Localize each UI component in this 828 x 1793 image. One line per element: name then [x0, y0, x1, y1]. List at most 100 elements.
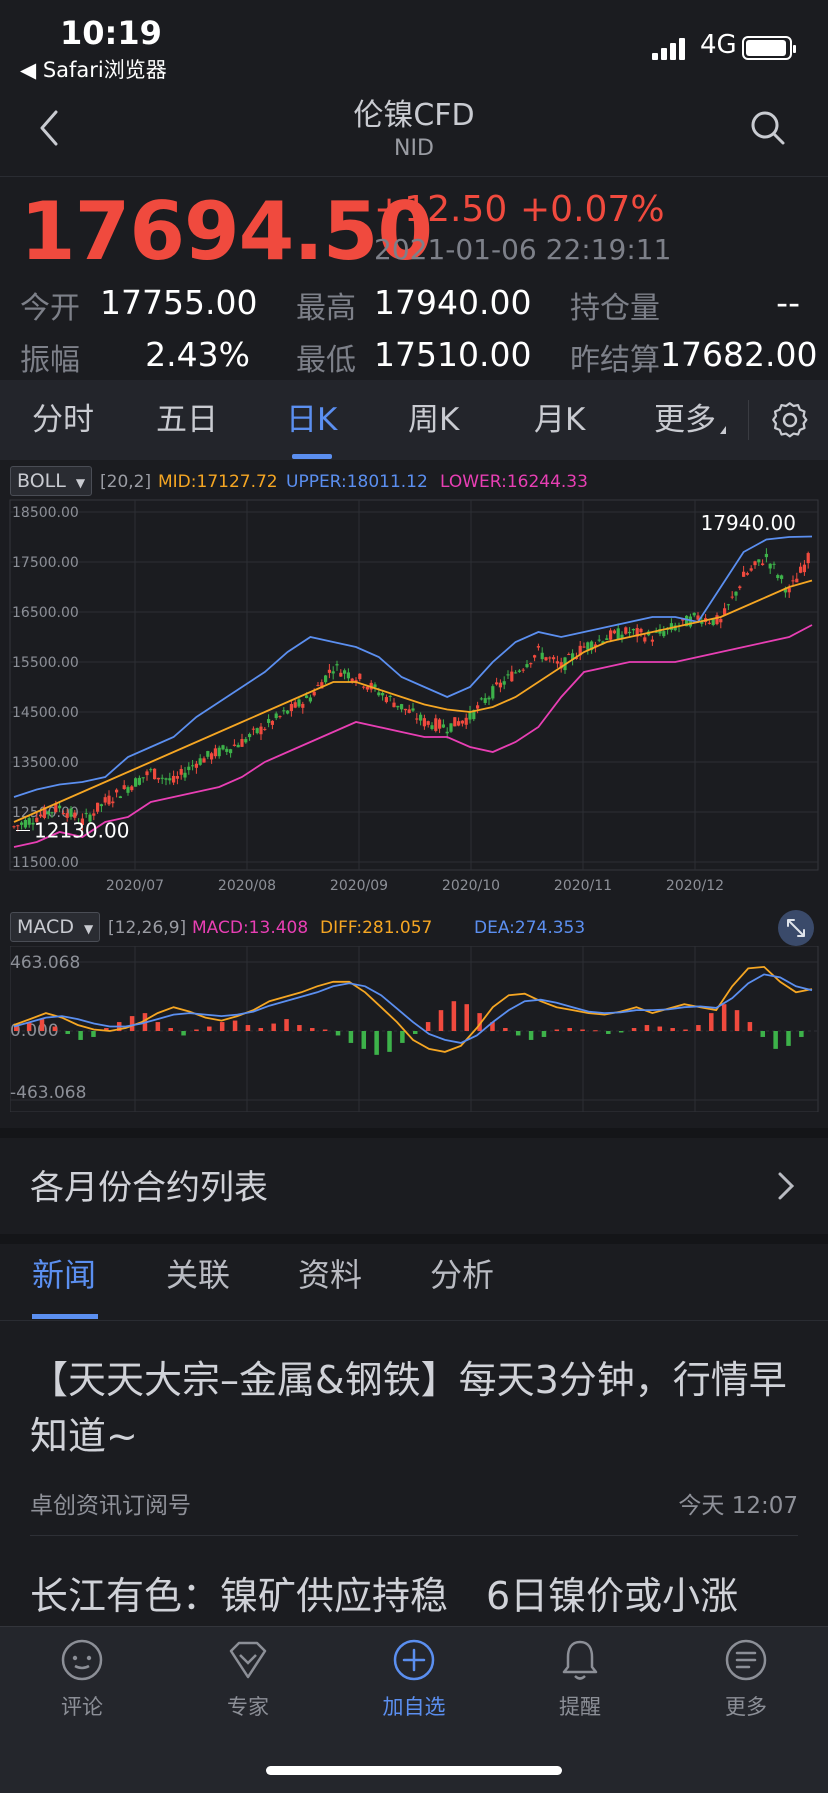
candle-body — [69, 808, 73, 817]
candle-body — [130, 786, 134, 791]
candle-body — [324, 675, 328, 683]
macd-value: MACD:13.408 — [192, 918, 309, 938]
page-subtitle: NID — [394, 136, 434, 161]
macd-chart[interactable]: 463.0680.000-463.068 — [10, 946, 828, 1112]
macd-selector[interactable]: MACD ▼ — [10, 912, 101, 942]
status-bar: 10:19 ◀ Safari浏览器 4G — [0, 0, 828, 88]
news-title: 长江有色：镍矿供应持稳 6日镍价或小涨 — [30, 1574, 739, 1618]
dropdown-arrow-icon: ▼ — [84, 922, 94, 936]
candle-body — [799, 566, 803, 573]
y-tick-label: 16500.00 — [12, 605, 79, 621]
candle-body — [118, 796, 122, 799]
page-title: 伦镍CFD — [353, 98, 475, 133]
candle-body — [339, 672, 343, 677]
candle-body — [730, 596, 734, 598]
contract-list-label: 各月份合约列表 — [30, 1168, 268, 1208]
tab-profile[interactable]: 资料 — [298, 1250, 362, 1296]
boll-selector[interactable]: BOLL ▼ — [10, 466, 93, 496]
candle-body — [134, 778, 138, 787]
tab-related[interactable]: 关联 — [166, 1250, 230, 1296]
candle-body — [373, 684, 377, 688]
macd-dea: DEA:274.353 — [474, 918, 586, 938]
candle-body — [460, 720, 464, 724]
macd-bar — [387, 1031, 392, 1052]
candle-body — [441, 724, 445, 728]
candle-body — [122, 785, 126, 790]
candle-body — [99, 804, 103, 807]
tab-news[interactable]: 新闻 — [32, 1250, 96, 1296]
candle-body — [16, 825, 20, 827]
y-tick-label: 13500.00 — [12, 755, 79, 771]
tab-add-watchlist[interactable]: 加自选 — [354, 1637, 474, 1721]
candle-body — [164, 778, 168, 780]
kline-chart[interactable]: 18500.00 17500.00 16500.00 15500.00 14500.00… — [9, 499, 828, 894]
news-list-item[interactable]: 长江有色：镍矿供应持稳 6日镍价或小涨 — [0, 1536, 828, 1626]
candle-body — [377, 692, 381, 696]
candle-body — [12, 826, 16, 828]
candle-body — [430, 725, 434, 729]
tab-more[interactable]: 更多 — [654, 380, 716, 460]
candle-body — [457, 721, 461, 726]
candle-body — [544, 657, 548, 661]
search-icon[interactable] — [748, 108, 788, 148]
candle-body — [92, 813, 96, 816]
tab-comment[interactable]: 评论 — [22, 1637, 142, 1721]
macd-bar — [747, 1022, 753, 1031]
news-list-item[interactable]: 【天天大宗–金属&钢铁】每天3分钟，行情早知道~ 卓创资讯订阅号 今天 12:0… — [0, 1322, 828, 1536]
back-to-safari-link[interactable]: ◀ Safari浏览器 — [20, 54, 167, 84]
macd-bar — [618, 1031, 624, 1033]
macd-bar — [799, 1031, 804, 1037]
macd-bar — [541, 1031, 547, 1037]
boll-params: [20,2] — [100, 472, 152, 492]
candle-body — [202, 758, 206, 763]
tab-reminder[interactable]: 提醒 — [520, 1637, 640, 1721]
fullscreen-icon[interactable] — [778, 910, 814, 946]
candle-body — [263, 728, 267, 730]
macd-bar — [322, 1029, 328, 1031]
tab-daily-k[interactable]: 日K — [286, 380, 337, 460]
candle-body — [764, 553, 768, 558]
candle-body — [738, 586, 742, 589]
candle-body — [103, 797, 107, 803]
quote-datetime: 2021-01-06 22:19:11 — [374, 233, 672, 266]
low-value: 17510.00 — [374, 335, 532, 374]
tab-intraday[interactable]: 分时 — [32, 380, 94, 460]
macd-bar — [554, 1029, 560, 1031]
macd-bar — [464, 1004, 469, 1031]
tab-monthly-k[interactable]: 月K — [534, 380, 585, 460]
macd-bar — [644, 1025, 650, 1031]
gear-icon[interactable] — [770, 400, 810, 440]
macd-bar — [310, 1028, 315, 1031]
dropdown-arrow-icon: ▼ — [75, 476, 86, 490]
candle-body — [419, 714, 423, 721]
candle-body — [27, 818, 31, 825]
candle-body — [650, 639, 654, 642]
divider — [748, 400, 749, 440]
candle-body — [487, 697, 491, 700]
tab-more-options[interactable]: 更多 — [686, 1637, 806, 1721]
candle-body — [745, 573, 749, 575]
candle-body — [476, 705, 480, 709]
candle-body — [567, 654, 571, 656]
tab-expert[interactable]: 专家 — [188, 1637, 308, 1721]
tab-five-day[interactable]: 五日 — [156, 380, 218, 460]
tab-weekly-k[interactable]: 周K — [408, 380, 459, 460]
macd-bar — [245, 1025, 251, 1031]
candle-body — [39, 814, 43, 817]
macd-bar — [567, 1028, 572, 1031]
news-tabs: 新闻 关联 资料 分析 — [0, 1234, 828, 1321]
candle-body — [183, 772, 187, 778]
price-change: +12.50 — [374, 189, 508, 230]
y-tick-label: 18500.00 — [12, 505, 79, 521]
contract-list-row[interactable]: 各月份合约列表 — [0, 1128, 828, 1244]
macd-bar — [593, 1030, 598, 1032]
tab-analysis[interactable]: 分析 — [430, 1250, 494, 1296]
candle-body — [267, 719, 271, 723]
candle-body — [411, 708, 415, 711]
candle-body — [141, 777, 145, 779]
candle-body — [358, 673, 362, 680]
macd-bar — [181, 1031, 186, 1036]
macd-params: [12,26,9] — [108, 918, 187, 938]
macd-bar — [129, 1016, 135, 1031]
kchart-axis-strip — [10, 872, 828, 896]
